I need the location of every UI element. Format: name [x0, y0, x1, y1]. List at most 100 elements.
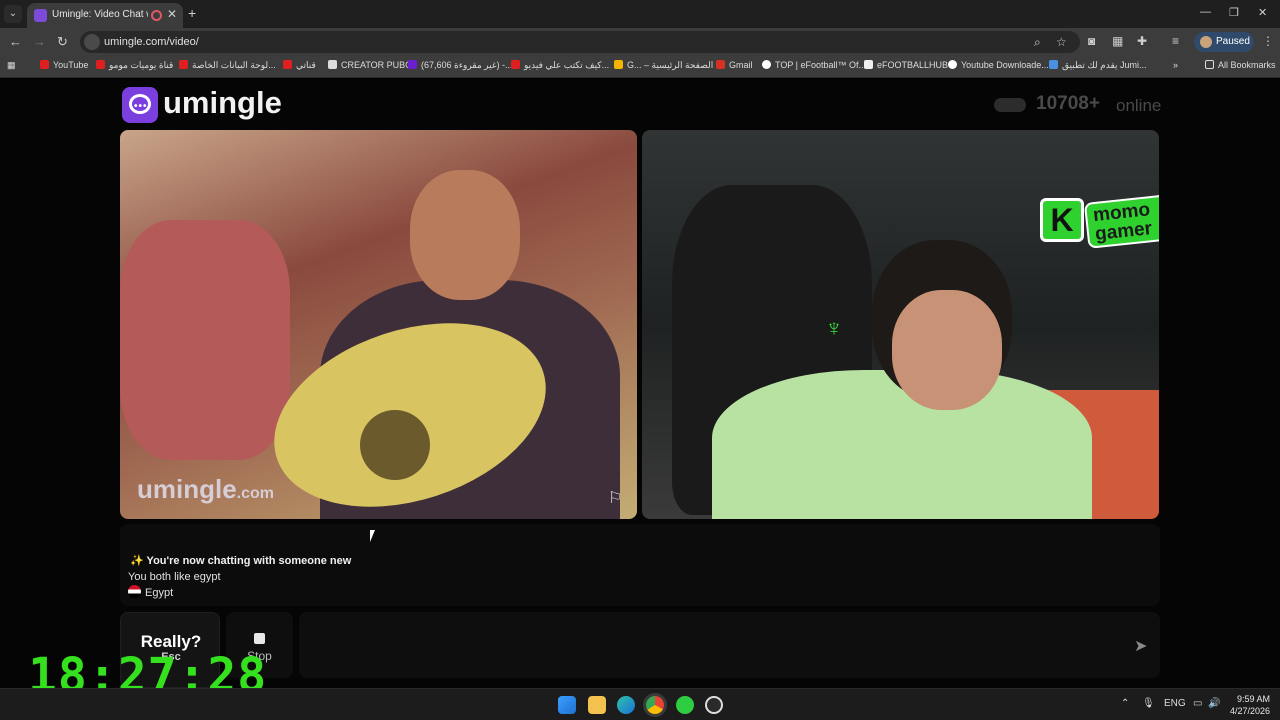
bookmark-label: eFOOTBALLHUB [877, 60, 949, 70]
zoom-icon[interactable]: ⌕ [1034, 35, 1041, 50]
brand-name[interactable]: umingle [163, 85, 282, 121]
back-arrow-icon[interactable]: ← [9, 34, 22, 49]
egypt-flag-icon [128, 585, 141, 598]
bookmark-label: CREATOR PUBG [341, 60, 413, 70]
extension-camera-icon[interactable]: ◙ [1088, 34, 1095, 48]
bookmark-jumia[interactable]: يقدم لك تطبيق Jumi... [1049, 60, 1147, 71]
bookmark-creator-pubg[interactable]: CREATOR PUBG [328, 60, 412, 70]
bookmark-label: Youtube Downloade... [961, 60, 1049, 70]
stranger-head-shape [410, 170, 520, 300]
bookmark-my-channel[interactable]: قناتي [283, 60, 316, 71]
bookmark-label: قناة يوميات مومو [109, 60, 174, 70]
streamer-face-shape [892, 290, 1002, 410]
volume-icon[interactable]: 🔊 [1208, 698, 1220, 709]
forward-arrow-icon[interactable]: → [33, 34, 46, 49]
bookmarks-bar: ▦ YouTube قناة يوميات مومو لوحة البيانات… [0, 56, 1280, 78]
profile-button[interactable]: Paused [1194, 32, 1254, 52]
watermark-suffix: .com [236, 485, 275, 502]
oud-rosette-shape [360, 410, 430, 480]
bookmark-star-icon[interactable]: ☆ [1056, 35, 1067, 49]
microphone-icon[interactable]: 🎙 [1142, 698, 1155, 709]
browser-toolbar: ← → ↻ umingle.com/video/ ⌕ ☆ ◙ ▦ ✚ ≡ Pau… [0, 28, 1280, 56]
online-label: online [1116, 96, 1162, 115]
bookmark-label: YouTube [53, 60, 89, 70]
tab-search-chevron-icon[interactable]: ⌄ [4, 5, 22, 23]
media-queue-icon[interactable]: ≡ [1172, 34, 1179, 48]
bookmarks-overflow-chevron-icon[interactable]: » [1173, 60, 1178, 70]
bookmark-youtube-downloader[interactable]: Youtube Downloade... [948, 60, 1049, 70]
all-bookmarks-folder[interactable]: All Bookmarks [1205, 60, 1276, 70]
tab-close-icon[interactable]: ✕ [167, 7, 177, 21]
bookmark-label: (67,606 غير مقروءة) -... [421, 60, 513, 70]
bookmark-dashboard[interactable]: لوحة البيانات الخاصة... [179, 60, 276, 71]
chrome-icon[interactable] [646, 696, 664, 714]
minimize-icon[interactable]: — [1200, 6, 1211, 18]
avatar [1200, 36, 1212, 48]
chat-new-partner-message: ✨ You're now chatting with someone new [130, 555, 352, 567]
clock-date[interactable]: 4/27/2026 [1222, 706, 1270, 716]
streamer-logo: K momo gamer [1040, 193, 1159, 249]
profile-status-label: Paused [1216, 36, 1250, 47]
clock-time[interactable]: 9:59 AM [1232, 694, 1270, 704]
country-name: Egypt [145, 587, 174, 599]
chat-country: Egypt [128, 585, 173, 599]
bookmark-label: All Bookmarks [1218, 60, 1276, 70]
obs-icon[interactable] [705, 696, 723, 714]
extension-color-icon[interactable]: ▦ [1112, 34, 1123, 48]
bookmark-label: يقدم لك تطبيق Jumi... [1062, 60, 1147, 70]
online-toggle[interactable] [994, 98, 1026, 112]
bookmark-efootball-top[interactable]: TOP | eFootball™ Of... [762, 60, 866, 70]
razer-logo-icon: ♆ [825, 315, 843, 342]
mouse-cursor-icon [370, 530, 375, 542]
bookmark-yahoo-mail[interactable]: (67,606 غير مقروءة) -... [408, 60, 513, 71]
bookmark-label: Gmail [729, 60, 753, 70]
browser-tab-strip: ⌄ Umingle: Video Chat with S ✕ + — ❐ ✕ [0, 0, 1280, 28]
language-indicator[interactable]: ENG [1164, 698, 1186, 709]
bookmark-label: TOP | eFootball™ Of... [775, 60, 867, 70]
bookmark-youtube[interactable]: YouTube [40, 60, 88, 70]
kick-logo-icon: K [1040, 198, 1084, 242]
url-text: umingle.com/video/ [104, 36, 199, 48]
extensions-puzzle-icon[interactable]: ✚ [1137, 34, 1147, 48]
streamer-body-shape [712, 370, 1092, 519]
bookmark-label: لوحة البيانات الخاصة... [192, 60, 276, 70]
windows-taskbar: ⌃ 🎙 ENG ▭ 🔊 9:59 AM 4/27/2026 [0, 688, 1280, 720]
umingle-favicon-icon [34, 9, 47, 22]
bookmark-efootballhub[interactable]: eFOOTBALLHUB [864, 60, 948, 70]
bookmark-video-text[interactable]: كيف تكتب علي فيديو... [511, 60, 609, 71]
address-bar[interactable]: umingle.com/video/ ⌕ ☆ [80, 31, 1080, 53]
apps-grid-icon[interactable]: ▦ [7, 60, 16, 71]
windows-start-icon[interactable] [558, 696, 576, 714]
browser-tab[interactable]: Umingle: Video Chat with S ✕ [27, 3, 183, 28]
stop-square-icon [254, 633, 265, 644]
bookmark-label: كيف تكتب علي فيديو... [524, 60, 610, 70]
message-input[interactable] [299, 612, 1160, 678]
file-explorer-icon[interactable] [588, 696, 606, 714]
bookmark-label: قناتي [296, 60, 316, 70]
bookmark-gmail[interactable]: Gmail [716, 60, 753, 70]
self-video: ♆ K momo gamer [642, 130, 1159, 519]
browser-menu-icon[interactable]: ⋮ [1262, 34, 1274, 48]
green-app-icon[interactable] [676, 696, 694, 714]
bookmark-momo-channel[interactable]: قناة يوميات مومو [96, 60, 173, 71]
restore-icon[interactable]: ❐ [1229, 6, 1239, 19]
site-info-icon[interactable] [84, 34, 100, 50]
online-count: 10708+ [1036, 93, 1100, 114]
recording-indicator-icon [151, 10, 162, 21]
reload-icon[interactable]: ↻ [57, 34, 68, 50]
streamer-logo-text: momo gamer [1083, 193, 1159, 249]
report-flag-icon[interactable]: ⚐ [608, 488, 622, 508]
bookmark-label: G... – الصفحة الرئيسية [627, 60, 714, 70]
edge-icon[interactable] [617, 696, 635, 714]
tray-chevron-icon[interactable]: ⌃ [1121, 698, 1129, 709]
network-icon[interactable]: ▭ [1193, 698, 1202, 709]
bookmark-google-home[interactable]: G... – الصفحة الرئيسية [614, 60, 713, 71]
new-tab-plus-icon[interactable]: + [188, 5, 196, 21]
stranger-video: umingle.com ⚐ [120, 130, 637, 519]
send-icon[interactable]: ➤ [1134, 636, 1147, 656]
window-close-icon[interactable]: ✕ [1258, 6, 1267, 19]
umingle-watermark: umingle.com [137, 474, 274, 505]
watermark-main: umingle [137, 474, 237, 504]
cushion-shape [120, 220, 290, 460]
umingle-logo-icon[interactable]: ••• [122, 87, 158, 123]
